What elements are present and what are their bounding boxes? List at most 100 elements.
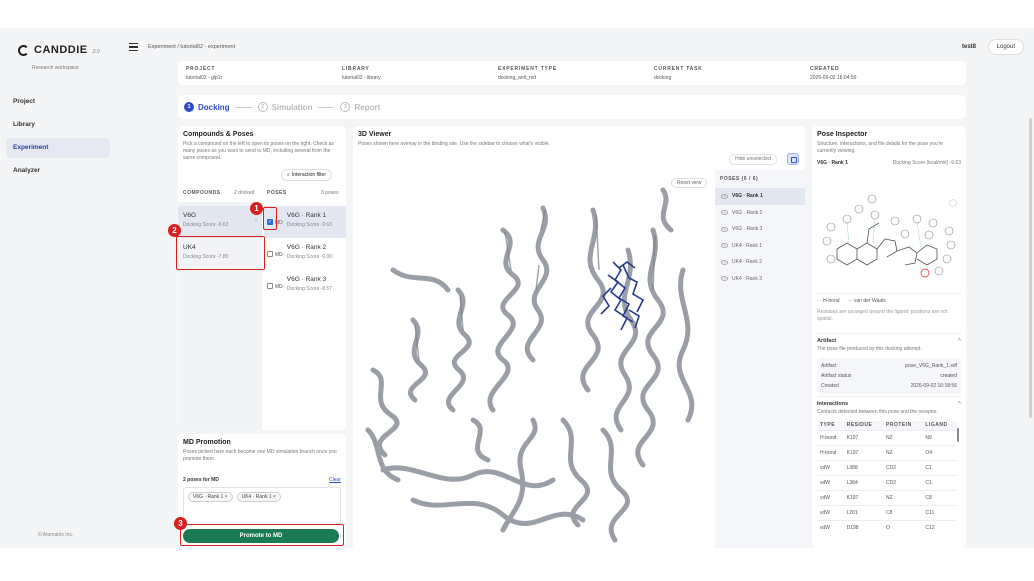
app-version: 2.0 <box>92 49 100 55</box>
compounds-poses-panel: Compounds & Poses Pick a compound on the… <box>178 126 346 430</box>
viewer-pose-row[interactable]: V6G · Rank 3 <box>715 221 805 238</box>
sidebar-item-experiment[interactable]: Experiment <box>6 138 110 158</box>
compounds-panel-title: Compounds & Poses <box>183 131 254 138</box>
viewer-poses-list: POSES (0 / 6) V6G · Rank 1 V6G · Rank 2 … <box>715 170 805 548</box>
eye-icon <box>721 276 728 282</box>
inspector-pose-name: V6G · Rank 1 <box>817 160 848 166</box>
interactions-desc: Contacts detected between this pose and … <box>817 409 938 415</box>
md-chips-box: V6G · Rank 1 × UK4 · Rank 1 × <box>183 487 341 525</box>
eye-icon <box>721 226 728 232</box>
chevron-right-icon: › <box>255 218 257 224</box>
page-scrollbar[interactable] <box>1029 118 1032 418</box>
annotation-box <box>180 524 344 546</box>
interaction-diagram <box>817 179 961 285</box>
eye-icon <box>721 193 728 199</box>
legend-hbond: - - H-bond <box>817 298 840 304</box>
topbar: Experiment / tutorial02 - experiment tes… <box>123 38 1028 56</box>
pose-item[interactable]: MD V6G · Rank 2 Docking Score -9.00 <box>264 238 346 270</box>
inspector-pose-summary: V6G · Rank 1 Docking Score (kcal/mol) -9… <box>817 160 961 166</box>
viewer-pose-row[interactable]: UK4 · Rank 3 <box>715 271 805 288</box>
interaction-2d-diagram <box>822 194 957 278</box>
table-row: vdW L201 C8 C11 <box>817 505 957 521</box>
diagram-legend: - - H-bond — van der Waals Residues are … <box>817 293 961 327</box>
inspector-pose-score: Docking Score (kcal/mol) -9.63 <box>892 160 961 166</box>
experiment-info-card: PROJECT tutorial02 - glp1r LIBRARY tutor… <box>178 61 966 85</box>
app-name: CANDDIE <box>34 44 88 56</box>
hide-unselected-button[interactable]: Hide unselected <box>729 154 777 165</box>
poses-count: 3 poses <box>321 190 339 196</box>
step-report[interactable]: 3 Report <box>340 102 380 112</box>
protein-3d-canvas[interactable] <box>353 170 713 548</box>
viewer-pose-row[interactable]: UK4 · Rank 1 <box>715 238 805 255</box>
workflow-stepper: 1 Docking 2 Simulation 3 Report <box>178 95 966 119</box>
clear-button[interactable]: Clear <box>329 477 341 483</box>
md-panel-desc: Poses picked here each become one MD sim… <box>183 449 337 462</box>
table-scrollbar[interactable] <box>957 428 959 442</box>
pose-inspector-panel: Pose Inspector Structure, interactions, … <box>812 126 966 548</box>
3d-viewer-panel: 3D Viewer Poses shown here overlay in th… <box>353 126 805 548</box>
eye-icon <box>721 243 728 249</box>
viewer-pose-row[interactable]: UK4 · Rank 2 <box>715 254 805 271</box>
annotation-badge: 3 <box>174 517 187 530</box>
layers-toggle-icon[interactable] <box>787 153 799 165</box>
pose-md-checkbox[interactable] <box>267 251 273 257</box>
info-library: LIBRARY tutorial02 - library <box>342 66 381 81</box>
annotation-box <box>263 207 277 230</box>
md-chip[interactable]: UK4 · Rank 1 × <box>236 492 281 502</box>
interaction-filter-button[interactable]: ⌕ Interaction filter <box>281 169 332 181</box>
sidebar-item-analyzer[interactable]: Analyzer <box>6 161 110 181</box>
compound-item-v6g[interactable]: V6G Docking Score -9.63 › <box>178 206 262 238</box>
info-created: CREATED 2026-09-02 16:04:50 <box>810 66 857 81</box>
artifact-row: Created 2026-09-02 16:18:56 <box>821 382 957 389</box>
eye-icon <box>721 259 728 265</box>
artifact-row: Artifact status created <box>821 372 957 379</box>
md-chip[interactable]: V6G · Rank 1 × <box>188 492 233 502</box>
table-header-row: TYPE RESIDUE PROTEIN LIGAND <box>817 420 957 431</box>
interactions-section: Interactions ^ Contacts detected between… <box>817 396 961 536</box>
table-row: vdW L388 CD2 C1 <box>817 460 957 476</box>
step-divider <box>318 106 335 108</box>
annotation-box <box>176 236 265 270</box>
logout-button[interactable]: Logout <box>987 39 1024 55</box>
table-row: H-bond K197 NZ N9 <box>817 430 957 446</box>
sidebar: CANDDIE 2.0 Research workspace Project L… <box>0 28 116 548</box>
md-panel-title: MD Promotion <box>183 439 231 446</box>
info-project: PROJECT tutorial02 - glp1r <box>186 66 223 81</box>
breadcrumb: Experiment / tutorial02 - experiment <box>148 44 236 50</box>
table-row: vdW K197 NZ C8 <box>817 490 957 506</box>
viewer-title: 3D Viewer <box>358 131 392 138</box>
pose-md-checkbox[interactable] <box>267 283 273 289</box>
annotation-badge: 1 <box>250 202 263 215</box>
interactions-title: Interactions <box>817 401 849 407</box>
annotation-badge: 2 <box>168 224 181 237</box>
copyright: © Atomatrix Inc. <box>38 532 74 538</box>
artifact-section: Artifact ^ The pose file produced by thi… <box>817 333 961 394</box>
viewer-desc: Poses shown here overlay in the binding … <box>358 141 550 147</box>
pose-item[interactable]: MD V6G · Rank 3 Docking Score -8.57 <box>264 270 346 302</box>
search-icon: ⌕ <box>287 172 290 178</box>
logo: CANDDIE 2.0 <box>18 44 100 56</box>
viewer-poses-header: POSES (0 / 6) <box>720 176 759 182</box>
sidebar-item-library[interactable]: Library <box>6 115 110 135</box>
viewer-pose-row[interactable]: V6G · Rank 1 <box>715 188 805 205</box>
table-row: H-bond K197 NZ O4 <box>817 445 957 461</box>
step-docking[interactable]: 1 Docking <box>184 102 230 112</box>
menu-icon[interactable] <box>129 43 138 51</box>
app-background: CANDDIE 2.0 Research workspace Project L… <box>0 28 1034 548</box>
chevron-up-icon[interactable]: ^ <box>958 401 961 407</box>
step-simulation[interactable]: 2 Simulation <box>257 102 312 112</box>
app-subtitle: Research workspace <box>32 65 79 71</box>
user-name: test8 <box>961 44 976 50</box>
compounds-count: 2 docked <box>234 190 255 196</box>
artifact-title: Artifact <box>817 338 837 344</box>
info-current-task: CURRENT TASK docking <box>654 66 703 81</box>
sidebar-item-project[interactable]: Project <box>6 92 110 112</box>
reset-view-button[interactable]: Reset view <box>671 178 708 188</box>
step-divider <box>235 106 252 108</box>
artifact-desc: The pose file produced by this docking a… <box>817 346 922 352</box>
chevron-up-icon[interactable]: ^ <box>958 338 961 344</box>
inspector-title: Pose Inspector <box>817 131 868 138</box>
protein-ribbon-render <box>365 187 695 543</box>
viewer-pose-row[interactable]: V6G · Rank 2 <box>715 205 805 222</box>
artifact-details: Artifact pose_V6G_Rank_1.sdf Artifact sta… <box>817 357 961 394</box>
